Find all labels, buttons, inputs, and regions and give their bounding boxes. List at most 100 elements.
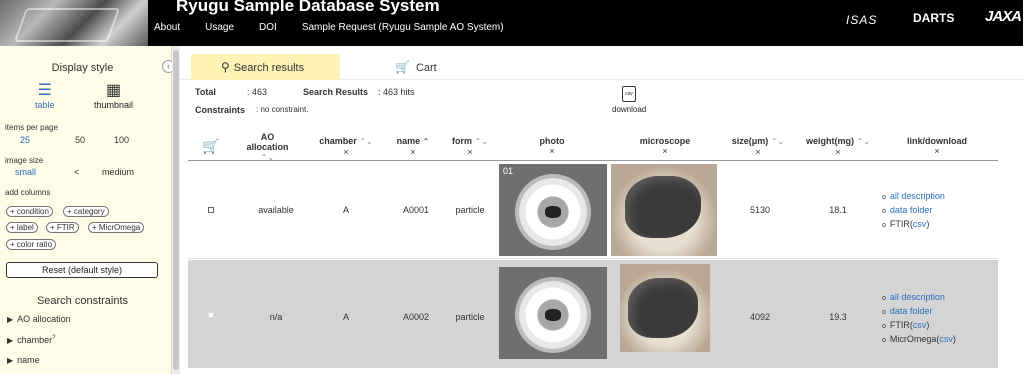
image-size-small[interactable]: small xyxy=(15,167,36,177)
microscope-image[interactable] xyxy=(620,264,710,352)
data-folder-link[interactable]: data folder xyxy=(890,306,933,316)
constraint-label: AO allocation xyxy=(17,314,71,324)
microscope-image[interactable] xyxy=(611,164,717,256)
all-description-link[interactable]: all description xyxy=(890,292,945,302)
ftir-csv-link[interactable]: csv xyxy=(913,219,927,229)
list-icon: ☰ xyxy=(37,82,52,99)
expand-triangle-icon: ▶ xyxy=(7,315,14,324)
items-per-page-25[interactable]: 25 xyxy=(20,135,30,145)
nav-about[interactable]: About xyxy=(154,22,180,33)
sample-grain-image xyxy=(625,176,701,238)
sample-photo[interactable] xyxy=(499,267,607,359)
micromega-csv-link[interactable]: csv xyxy=(939,334,953,344)
expand-triangle-icon: ▶ xyxy=(7,336,14,345)
column-size[interactable]: size(μm) ⌃⌄ × xyxy=(730,136,786,157)
remove-column-icon[interactable]: × xyxy=(318,147,374,157)
nav-sample-request[interactable]: Sample Request (Ryugu Sample AO System) xyxy=(302,22,504,33)
sort-ascending-icon[interactable]: ⌃ xyxy=(423,137,430,146)
image-size-label: image size xyxy=(5,156,44,165)
column-photo[interactable]: photo × xyxy=(530,136,574,156)
constraint-chamber[interactable]: ▶ chamber? xyxy=(7,335,56,345)
add-column-ftir[interactable]: + FTIR xyxy=(46,222,79,233)
site-title[interactable]: Ryugu Sample Database System xyxy=(176,0,440,16)
remove-column-icon[interactable]: × xyxy=(803,147,873,157)
table-row: n/a A A0002 particle 4092 19.3 o all desc… xyxy=(188,260,998,368)
add-column-color-ratio[interactable]: + color ratio xyxy=(6,239,57,250)
size-cell: 5130 xyxy=(749,205,771,215)
header-bar: Ryugu Sample Database System About Usage… xyxy=(0,0,1023,46)
image-size-medium[interactable]: medium xyxy=(102,167,134,177)
ao-allocation-cell: n/a xyxy=(269,312,283,322)
tab-label: Cart xyxy=(415,62,437,74)
jaxa-logo[interactable]: JAXA xyxy=(985,8,1022,25)
remove-column-icon[interactable]: × xyxy=(898,146,976,156)
sort-icon[interactable]: ⌃⌄ xyxy=(771,137,784,146)
name-cell: A0001 xyxy=(402,205,430,215)
csv-download-icon[interactable]: csv xyxy=(622,86,636,102)
help-icon[interactable]: ? xyxy=(52,335,55,341)
weight-cell: 18.1 xyxy=(829,205,847,215)
add-columns-label: add columns xyxy=(5,188,51,197)
constraint-label: name xyxy=(17,355,40,365)
column-microscope[interactable]: microscope × xyxy=(635,136,695,156)
remove-column-icon[interactable]: × xyxy=(635,146,695,156)
ftir-csv-link[interactable]: csv xyxy=(913,320,927,330)
darts-logo[interactable]: DARTS xyxy=(913,11,954,25)
sample-photo[interactable]: 01 xyxy=(499,164,607,256)
style-option-label: table xyxy=(35,100,55,110)
photo-label: 01 xyxy=(503,166,514,176)
expand-triangle-icon: ▶ xyxy=(7,356,14,365)
style-option-table[interactable]: ☰ table xyxy=(35,82,55,111)
search-icon: ⚲ xyxy=(221,60,230,74)
tab-cart[interactable]: 🛒 Cart xyxy=(340,54,490,80)
total-label: Total xyxy=(195,87,216,97)
table-row: available A A0001 particle 01 5130 18.1 … xyxy=(188,161,998,259)
add-column-category[interactable]: + category xyxy=(63,206,109,217)
image-size-smaller-button[interactable]: < xyxy=(74,167,79,177)
row-select-checkbox[interactable] xyxy=(208,312,214,318)
data-folder-link[interactable]: data folder xyxy=(890,205,933,215)
remove-column-icon[interactable]: × xyxy=(730,147,786,157)
remove-column-icon[interactable]: × xyxy=(530,146,574,156)
reset-style-button[interactable]: Reset (default style) xyxy=(6,262,158,278)
items-per-page-100[interactable]: 100 xyxy=(114,135,129,145)
constraint-ao-allocation[interactable]: ▶ AO allocation xyxy=(7,314,71,324)
add-column-condition[interactable]: + condition xyxy=(6,206,53,217)
constraint-name[interactable]: ▶ name xyxy=(7,355,40,365)
display-style-title: Display style xyxy=(51,62,114,74)
row-select-checkbox[interactable] xyxy=(208,207,214,213)
remove-column-icon[interactable]: × xyxy=(391,147,435,157)
add-column-micromega[interactable]: + MicrOmega xyxy=(88,222,145,233)
column-chamber[interactable]: chamber ⌃⌄ × xyxy=(318,136,374,157)
chamber-cell: A xyxy=(342,205,349,215)
cart-icon: 🛒 xyxy=(395,60,410,74)
search-constraints-title: Search constraints xyxy=(36,295,129,307)
style-option-thumbnail[interactable]: ▦ thumbnail xyxy=(94,83,134,111)
tab-label: Search results xyxy=(233,62,305,74)
remove-column-icon[interactable]: × xyxy=(451,147,489,157)
download-link[interactable]: download xyxy=(612,105,646,114)
cart-column-icon: 🛒 xyxy=(202,138,220,154)
isas-logo[interactable]: ISAS xyxy=(846,13,877,27)
add-column-label[interactable]: + label xyxy=(6,222,38,233)
sort-icon[interactable]: ⌃⌄ xyxy=(475,137,488,146)
tab-search-results[interactable]: ⚲ Search results xyxy=(191,54,340,80)
sort-icon[interactable]: ⌃⌄ xyxy=(359,137,372,146)
column-link-download[interactable]: link/download × xyxy=(898,136,976,156)
sort-icon[interactable]: ⌃⌄ xyxy=(857,137,870,146)
constraints-label: Constraints xyxy=(195,105,246,115)
items-per-page-50[interactable]: 50 xyxy=(75,135,85,145)
scrollbar-thumb[interactable] xyxy=(173,50,179,370)
column-weight[interactable]: weight(mg) ⌃⌄ × xyxy=(803,136,873,157)
all-description-link[interactable]: all description xyxy=(890,191,945,201)
constraints-value: : no constraint. xyxy=(256,105,309,114)
column-form[interactable]: form ⌃⌄ × xyxy=(451,136,489,157)
nav-doi[interactable]: DOI xyxy=(259,22,277,33)
style-option-label: thumbnail xyxy=(94,100,134,110)
sidebar-scrollbar[interactable] xyxy=(172,46,180,374)
column-name[interactable]: name ⌃ × xyxy=(391,136,435,157)
search-results-value: : 463 hits xyxy=(378,87,415,97)
total-value: : 463 xyxy=(247,87,268,97)
nav-usage[interactable]: Usage xyxy=(205,22,234,33)
sample-grain-image xyxy=(545,206,561,218)
